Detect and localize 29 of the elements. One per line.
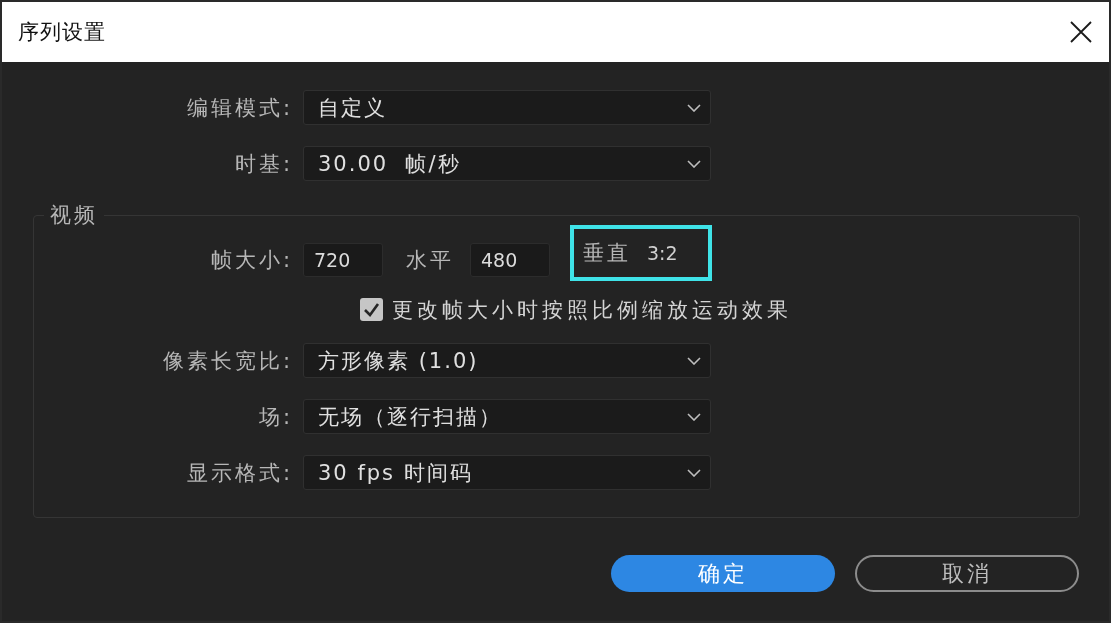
dropdown[interactable]: 自定义 [303,90,711,125]
cancel-button[interactable]: 取消 [855,555,1079,592]
dropdown[interactable]: 方形像素 (1.0) [303,343,711,378]
field-label: 场: [257,403,293,431]
field-label: 编辑模式: [185,94,293,122]
field-label: 垂直 [583,240,631,267]
dropdown[interactable]: 无场（逐行扫描） [303,399,711,434]
dropdown[interactable]: 30.00 帧/秒 [303,146,711,181]
confirm-button[interactable]: 确定 [611,555,835,592]
dropdown[interactable]: 30 fps 时间码 [303,455,711,490]
window-title: 序列设置 [18,19,106,46]
group-title: 视频 [49,202,99,228]
chevron-down-icon [687,412,701,421]
field-label: 水平 [406,247,454,274]
chevron-down-icon [687,468,701,477]
aspect-ratio: 3:2 [647,242,678,264]
checkbox-label: 更改帧大小时按照比例缩放运动效果 [392,296,792,324]
field-label: 像素长宽比: [161,347,293,375]
field-label: 显示格式: [185,459,293,487]
chevron-down-icon [687,356,701,365]
input-field[interactable]: 480 [470,243,550,277]
field-label: 时基: [233,150,293,178]
chevron-down-icon [687,159,701,168]
chevron-down-icon [687,103,701,112]
input-field[interactable]: 720 [303,243,383,277]
checkbox[interactable] [360,298,383,321]
close-button[interactable] [1070,21,1092,43]
field-label: 帧大小: [209,247,293,274]
close-icon [1070,21,1092,43]
